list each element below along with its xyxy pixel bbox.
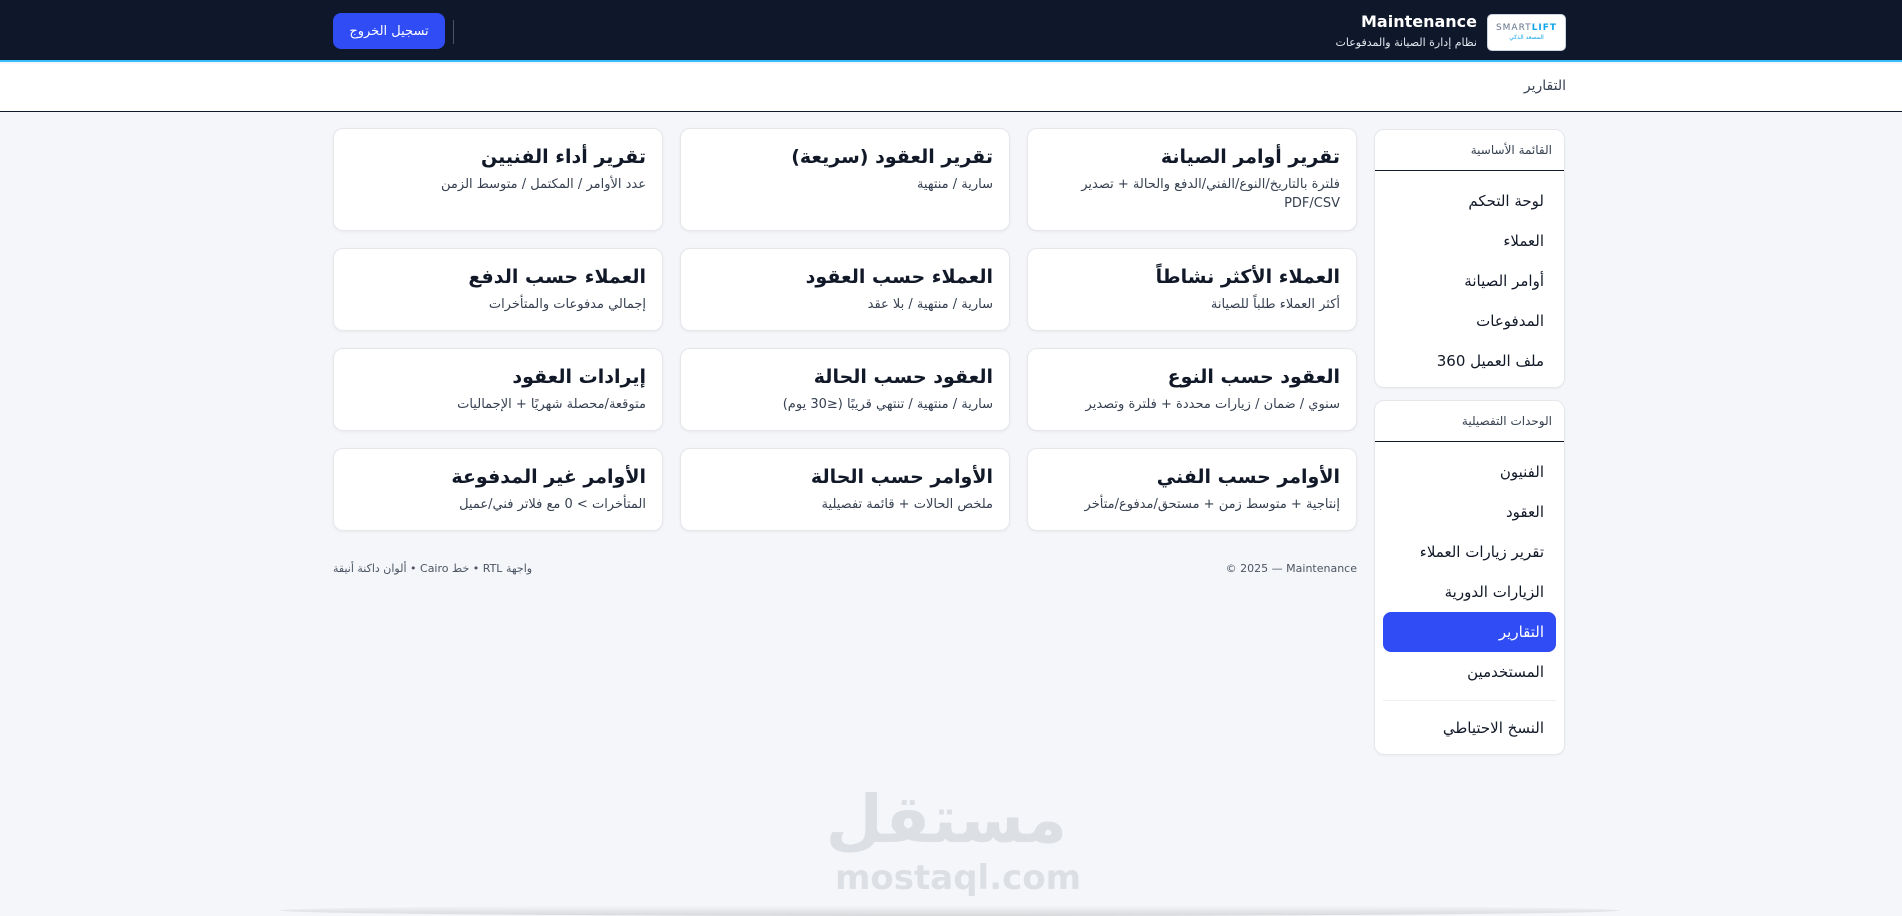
- report-card-title: العقود حسب النوع: [1167, 366, 1340, 388]
- report-card-title: تقرير أداء الفنيين: [481, 146, 646, 168]
- report-card-title: العملاء حسب الدفع: [468, 266, 646, 288]
- sidebar-detail-menu: الوحدات التفصيلية الفنيون العقود تقرير ز…: [1374, 400, 1565, 755]
- header-divider: [453, 20, 454, 44]
- sidebar-main-menu: القائمة الأساسية لوحة التحكم العملاء أوا…: [1374, 129, 1565, 388]
- report-card-contracts-quick[interactable]: تقرير العقود (سريعة) سارية / منتهية: [680, 128, 1010, 231]
- sidebar-item-customer-360[interactable]: ملف العميل 360: [1383, 341, 1556, 381]
- report-card-desc: متوقعة/محصلة شهريًا + الإجماليات: [457, 397, 646, 412]
- report-card-orders-by-technician[interactable]: الأوامر حسب الفني إنتاجية + متوسط زمن + …: [1027, 448, 1357, 531]
- report-card-desc: عدد الأوامر / المكتمل / متوسط الزمن: [441, 177, 646, 192]
- report-card-title: إيرادات العقود: [512, 366, 646, 388]
- report-card-title: العملاء الأكثر نشاطاً: [1155, 266, 1340, 288]
- report-card-desc: إنتاجية + متوسط زمن + مستحق/مدفوع/متأخر: [1084, 497, 1340, 512]
- page-footer: © 2025 — Maintenance واجهة RTL • خط Cair…: [333, 562, 1357, 582]
- bottom-shadow: [280, 905, 1620, 916]
- mostaql-watermark: مستقل mostaql.com: [825, 780, 1082, 900]
- sidebar-main-heading: القائمة الأساسية: [1375, 130, 1564, 171]
- report-card-maintenance-orders[interactable]: تقرير أوامر الصيانة فلترة بالتاريخ/النوع…: [1027, 128, 1357, 231]
- logout-button[interactable]: تسجيل الخروج: [333, 13, 445, 49]
- report-card-title: الأوامر حسب الفني: [1156, 466, 1340, 488]
- sidebar-item-maintenance-orders[interactable]: أوامر الصيانة: [1383, 261, 1556, 301]
- sidebar-item-customer-visits-report[interactable]: تقرير زيارات العملاء: [1383, 532, 1556, 572]
- breadcrumb-current: التقارير: [1523, 78, 1566, 94]
- report-card-customers-by-payment[interactable]: العملاء حسب الدفع إجمالي مدفوعات والمتأخ…: [333, 248, 663, 331]
- report-card-title: تقرير أوامر الصيانة: [1160, 146, 1340, 168]
- sidebar-item-payments[interactable]: المدفوعات: [1383, 301, 1556, 341]
- report-card-title: العملاء حسب العقود: [805, 266, 993, 288]
- sidebar-item-periodic-visits[interactable]: الزيارات الدورية: [1383, 572, 1556, 612]
- brand: SMARTLIFT المصعد الذكي Maintenance نظام …: [1336, 12, 1566, 52]
- report-card-most-active-customers[interactable]: العملاء الأكثر نشاطاً أكثر العملاء طلباً…: [1027, 248, 1357, 331]
- app-title: Maintenance: [1360, 12, 1477, 31]
- report-card-desc: إجمالي مدفوعات والمتأخرات: [488, 297, 646, 312]
- reports-grid: تقرير أوامر الصيانة فلترة بالتاريخ/النوع…: [333, 128, 1357, 531]
- report-card-desc: سارية / منتهية / تنتهي قريبًا (≤30 يوم): [782, 397, 993, 412]
- report-card-unpaid-orders[interactable]: الأوامر غير المدفوعة المتأخرات > 0 مع فل…: [333, 448, 663, 531]
- watermark-latin: mostaql.com: [835, 858, 1082, 898]
- report-card-desc: المتأخرات > 0 مع فلاتر فني/عميل: [459, 497, 646, 512]
- report-card-contracts-by-status[interactable]: العقود حسب الحالة سارية / منتهية / تنتهي…: [680, 348, 1010, 431]
- logo-tagline: المصعد الذكي: [1509, 34, 1544, 41]
- sidebar-separator: [1383, 700, 1556, 701]
- sidebar-detail-heading: الوحدات التفصيلية: [1375, 401, 1564, 442]
- report-card-contracts-by-type[interactable]: العقود حسب النوع سنوي / ضمان / زيارات مح…: [1027, 348, 1357, 431]
- report-card-contract-revenue[interactable]: إيرادات العقود متوقعة/محصلة شهريًا + الإ…: [333, 348, 663, 431]
- report-card-desc: سارية / منتهية / بلا عقد: [867, 297, 993, 312]
- logo-wordmark: SMARTLIFT: [1495, 23, 1558, 33]
- report-card-desc: أكثر العملاء طلباً للصيانة: [1210, 297, 1340, 312]
- report-card-desc: ملخص الحالات + قائمة تفصيلية: [821, 497, 993, 512]
- brand-text: Maintenance نظام إدارة الصيانة والمدفوعا…: [1336, 12, 1477, 52]
- report-card-desc: سارية / منتهية: [916, 177, 993, 192]
- sidebar-item-contracts[interactable]: العقود: [1383, 492, 1556, 532]
- report-card-title: العقود حسب الحالة: [813, 366, 993, 388]
- report-card-desc: فلترة بالتاريخ/النوع/الفني/الدفع والحالة…: [1081, 177, 1340, 211]
- report-card-customers-by-contracts[interactable]: العملاء حسب العقود سارية / منتهية / بلا …: [680, 248, 1010, 331]
- report-card-title: تقرير العقود (سريعة): [791, 146, 993, 168]
- smartlift-logo[interactable]: SMARTLIFT المصعد الذكي: [1487, 13, 1566, 51]
- footer-note: واجهة RTL • خط Cairo • ألوان داكنة أنيقة: [333, 562, 533, 575]
- watermark-arabic: مستقل: [825, 781, 1067, 858]
- report-card-technician-performance[interactable]: تقرير أداء الفنيين عدد الأوامر / المكتمل…: [333, 128, 663, 231]
- report-card-title: الأوامر حسب الحالة: [810, 466, 993, 488]
- sidebar-item-reports[interactable]: التقارير: [1383, 612, 1556, 652]
- sidebar-item-backup[interactable]: النسخ الاحتياطي: [1383, 708, 1556, 748]
- app-subtitle: نظام إدارة الصيانة والمدفوعات: [1335, 36, 1477, 49]
- report-card-orders-by-status[interactable]: الأوامر حسب الحالة ملخص الحالات + قائمة …: [680, 448, 1010, 531]
- sidebar-item-technicians[interactable]: الفنيون: [1383, 452, 1556, 492]
- top-header: SMARTLIFT المصعد الذكي Maintenance نظام …: [0, 0, 1902, 62]
- footer-copyright: © 2025 — Maintenance: [1225, 562, 1357, 575]
- report-card-title: الأوامر غير المدفوعة: [451, 466, 646, 488]
- sidebar-item-users[interactable]: المستخدمين: [1383, 652, 1556, 692]
- sidebar-item-dashboard[interactable]: لوحة التحكم: [1383, 181, 1556, 221]
- sidebar-item-customers[interactable]: العملاء: [1383, 221, 1556, 261]
- breadcrumb: التقارير: [0, 64, 1902, 112]
- report-card-desc: سنوي / ضمان / زيارات محددة + فلترة وتصدي…: [1085, 397, 1340, 412]
